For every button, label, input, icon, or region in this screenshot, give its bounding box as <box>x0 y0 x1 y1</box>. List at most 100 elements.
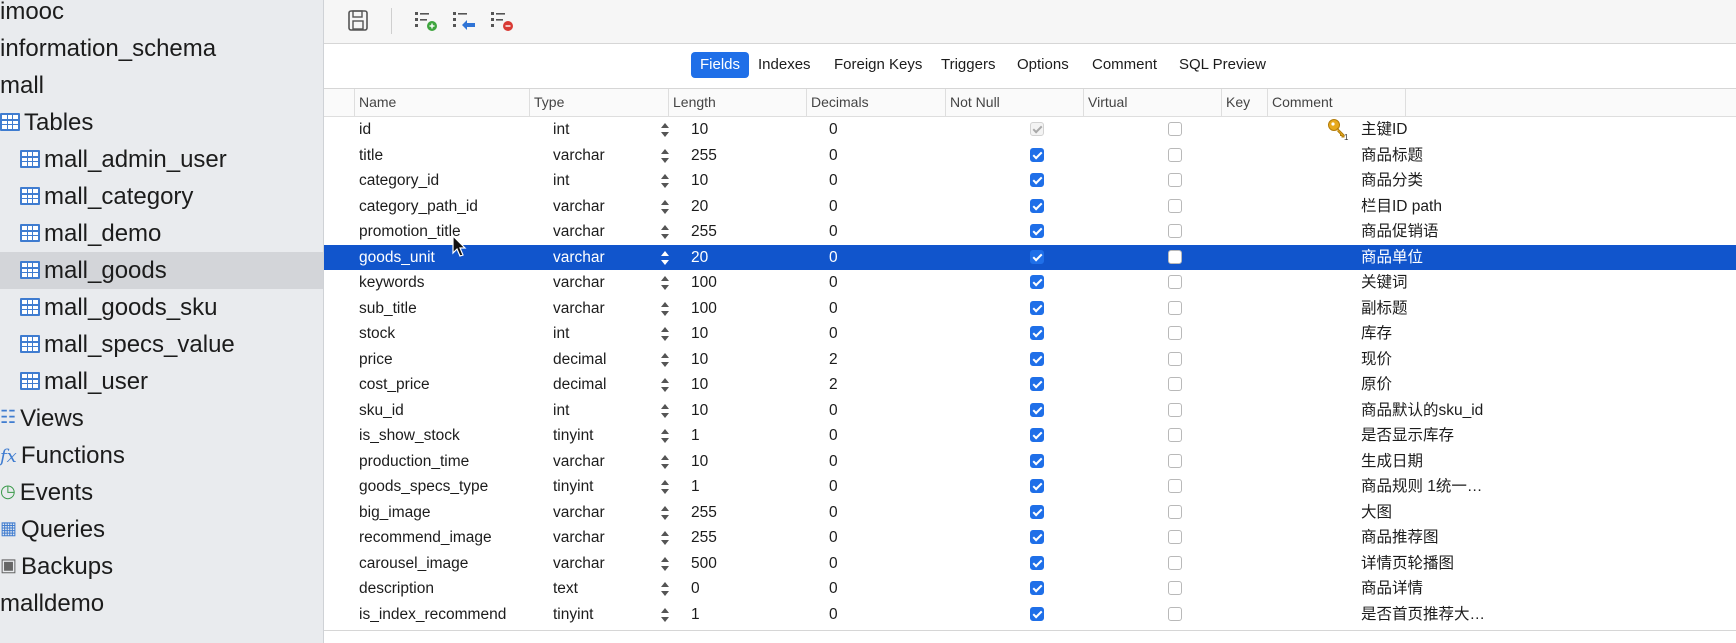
field-length-cell[interactable]: 10 <box>691 168 801 194</box>
field-decimals-cell[interactable]: 2 <box>829 372 939 398</box>
virtual-checkbox[interactable] <box>1168 147 1182 162</box>
field-comment-cell[interactable]: 栏目ID path <box>1361 194 1491 220</box>
field-name-cell[interactable]: promotion_title <box>359 219 524 245</box>
type-stepper-icon[interactable] <box>660 581 670 597</box>
type-stepper-icon[interactable] <box>660 505 670 521</box>
table-row[interactable]: recommend_image varchar 255 0 商品推荐图 <box>324 525 1736 551</box>
field-type-cell[interactable]: int <box>553 117 653 143</box>
field-decimals-cell[interactable]: 0 <box>829 143 939 169</box>
field-comment-cell[interactable]: 商品推荐图 <box>1361 525 1491 551</box>
save-button[interactable] <box>344 8 372 34</box>
field-decimals-cell[interactable]: 0 <box>829 474 939 500</box>
type-stepper-icon[interactable] <box>660 479 670 495</box>
type-stepper-icon[interactable] <box>660 326 670 342</box>
not-null-checkbox[interactable] <box>1030 173 1044 187</box>
field-length-cell[interactable]: 255 <box>691 500 801 526</box>
not-null-checkbox[interactable] <box>1030 504 1044 519</box>
field-decimals-cell[interactable]: 2 <box>829 347 939 373</box>
field-decimals-cell[interactable]: 0 <box>829 423 939 449</box>
virtual-checkbox[interactable] <box>1168 581 1182 595</box>
type-stepper-icon[interactable] <box>660 250 670 266</box>
tab-indexes[interactable]: Indexes <box>749 52 820 78</box>
type-stepper-icon[interactable] <box>660 199 670 215</box>
not-null-checkbox[interactable] <box>1030 555 1044 570</box>
not-null-checkbox[interactable] <box>1030 147 1044 162</box>
sidebar-item[interactable]: mall_goods <box>0 252 323 289</box>
column-header-decimals[interactable]: Decimals <box>806 89 945 116</box>
not-null-checkbox[interactable] <box>1030 122 1044 136</box>
table-row[interactable]: sku_id int 10 0 商品默认的sku_id <box>324 398 1736 424</box>
table-row[interactable]: category_path_id varchar 20 0 栏目ID path <box>324 194 1736 220</box>
field-comment-cell[interactable]: 生成日期 <box>1361 449 1491 475</box>
tab-comment[interactable]: Comment <box>1083 52 1166 78</box>
add-field-button[interactable] <box>412 8 440 34</box>
table-row[interactable]: goods_unit varchar 20 0 商品单位 <box>324 244 1736 271</box>
virtual-checkbox[interactable] <box>1168 530 1182 544</box>
field-name-cell[interactable]: recommend_image <box>359 525 524 551</box>
type-stepper-icon[interactable] <box>660 377 670 393</box>
field-comment-cell[interactable]: 商品标题 <box>1361 143 1491 169</box>
field-name-cell[interactable]: carousel_image <box>359 551 524 577</box>
not-null-checkbox[interactable] <box>1030 326 1044 340</box>
field-comment-cell[interactable]: 副标题 <box>1361 296 1491 322</box>
not-null-checkbox[interactable] <box>1030 581 1044 595</box>
field-length-cell[interactable]: 10 <box>691 117 801 143</box>
field-length-cell[interactable]: 20 <box>691 194 801 220</box>
not-null-checkbox[interactable] <box>1030 300 1044 315</box>
sidebar-item[interactable]: information_schema <box>0 30 216 67</box>
field-comment-cell[interactable]: 大图 <box>1361 500 1491 526</box>
virtual-checkbox[interactable] <box>1168 300 1182 315</box>
sidebar-item[interactable]: malldemo <box>0 585 104 622</box>
tab-foreign-keys[interactable]: Foreign Keys <box>825 52 931 78</box>
table-row[interactable]: carousel_image varchar 500 0 详情页轮播图 <box>324 551 1736 577</box>
table-row[interactable]: title varchar 255 0 商品标题 <box>324 143 1736 169</box>
insert-field-button[interactable] <box>450 8 478 34</box>
field-length-cell[interactable]: 0 <box>691 576 801 602</box>
sidebar-item[interactable]: mall_user <box>20 363 148 400</box>
field-type-cell[interactable]: varchar <box>553 551 653 577</box>
sidebar-item[interactable]: mall_goods_sku <box>20 289 217 326</box>
sidebar-item[interactable]: mall_demo <box>20 215 161 252</box>
field-length-cell[interactable]: 500 <box>691 551 801 577</box>
type-stepper-icon[interactable] <box>660 224 670 240</box>
field-name-cell[interactable]: description <box>359 576 524 602</box>
virtual-checkbox[interactable] <box>1168 275 1182 289</box>
field-name-cell[interactable]: sub_title <box>359 296 524 322</box>
type-stepper-icon[interactable] <box>660 454 670 470</box>
field-length-cell[interactable]: 255 <box>691 143 801 169</box>
virtual-checkbox[interactable] <box>1168 504 1182 519</box>
field-name-cell[interactable]: price <box>359 347 524 373</box>
field-type-cell[interactable]: varchar <box>553 449 653 475</box>
field-comment-cell[interactable]: 商品分类 <box>1361 168 1491 194</box>
field-name-cell[interactable]: big_image <box>359 500 524 526</box>
virtual-checkbox[interactable] <box>1168 198 1182 213</box>
tab-sql-preview[interactable]: SQL Preview <box>1170 52 1275 78</box>
field-type-cell[interactable]: varchar <box>553 194 653 220</box>
sidebar-item[interactable]: ☷ Views <box>0 400 84 437</box>
field-type-cell[interactable]: decimal <box>553 347 653 373</box>
virtual-checkbox[interactable] <box>1168 377 1182 391</box>
field-type-cell[interactable]: text <box>553 576 653 602</box>
virtual-checkbox[interactable] <box>1168 453 1182 468</box>
field-name-cell[interactable]: cost_price <box>359 372 524 398</box>
field-comment-cell[interactable]: 商品促销语 <box>1361 219 1491 245</box>
tab-triggers[interactable]: Triggers <box>932 52 1004 78</box>
field-length-cell[interactable]: 10 <box>691 398 801 424</box>
field-comment-cell[interactable]: 原价 <box>1361 372 1491 398</box>
field-type-cell[interactable]: decimal <box>553 372 653 398</box>
virtual-checkbox[interactable] <box>1168 428 1182 442</box>
sidebar-item[interactable]: fx Functions <box>0 437 125 474</box>
not-null-checkbox[interactable] <box>1030 606 1044 621</box>
virtual-checkbox[interactable] <box>1168 402 1182 417</box>
virtual-checkbox[interactable] <box>1168 326 1182 340</box>
virtual-checkbox[interactable] <box>1168 351 1182 366</box>
field-comment-cell[interactable]: 商品默认的sku_id <box>1361 398 1491 424</box>
column-header-not-null[interactable]: Not Null <box>945 89 1083 116</box>
field-length-cell[interactable]: 10 <box>691 347 801 373</box>
not-null-checkbox[interactable] <box>1030 453 1044 468</box>
field-type-cell[interactable]: varchar <box>553 270 653 296</box>
field-decimals-cell[interactable]: 0 <box>829 449 939 475</box>
virtual-checkbox[interactable] <box>1168 479 1182 493</box>
sidebar-item[interactable]: Tables <box>0 104 93 141</box>
field-type-cell[interactable]: varchar <box>553 245 653 271</box>
